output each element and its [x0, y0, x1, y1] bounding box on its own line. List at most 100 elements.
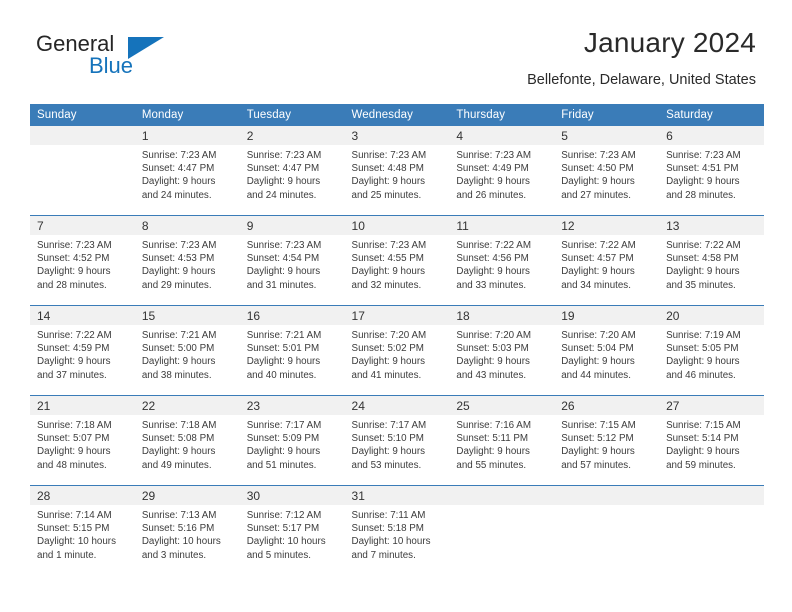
daylight-line: Daylight: 9 hours — [561, 356, 635, 368]
daylight-line: Daylight: 9 hours — [351, 266, 426, 278]
calendar-day-cell[interactable]: 8 Sunrise: 7:23 AM Sunset: 4:53 PM Daylight… — [134, 215, 240, 306]
day-details: Sunrise: 7:20 AM Sunset: 5:03 PM Daylight:… — [449, 325, 554, 382]
calendar-day-cell[interactable]: 17 Sunrise: 7:20 AM Sunset: 5:02 PM Dayligh… — [344, 305, 450, 396]
day-details: Sunrise: 7:21 AM Sunset: 5:00 PM Daylight:… — [135, 325, 240, 382]
calendar-day-cell[interactable]: 23 Sunrise: 7:17 AM Sunset: 5:09 PM Dayligh… — [239, 395, 345, 486]
day-details: Sunrise: 7:22 AM Sunset: 4:56 PM Daylight:… — [449, 235, 554, 292]
day-number: 6 — [666, 129, 673, 143]
day-number: 2 — [246, 129, 254, 143]
calendar-week-row: 21 Sunrise: 7:18 AM Sunset: 5:07 PM Dayligh… — [30, 395, 764, 486]
calendar-day-cell[interactable]: 15 Sunrise: 7:21 AM Sunset: 5:00 PM Dayligh… — [134, 305, 240, 396]
weekday-header-monday: Monday — [134, 104, 240, 126]
calendar-day-cell[interactable]: 4 Sunrise: 7:23 AM Sunset: 4:49 PM Daylight… — [449, 126, 555, 216]
calendar-day-cell[interactable]: 5 Sunrise: 7:23 AM Sunset: 4:50 PM Daylight… — [554, 126, 660, 216]
weekday-header-friday: Friday — [554, 104, 660, 126]
calendar-day-cell[interactable]: 16 Sunrise: 7:21 AM Sunset: 5:01 PM Dayligh… — [239, 305, 345, 396]
daylight-line: Daylight: 9 hours — [141, 356, 216, 368]
day-number-band: 7 — [30, 216, 135, 235]
sunrise-line: Sunrise: 7:16 AM — [456, 420, 531, 431]
calendar-cell-empty — [30, 126, 135, 216]
sunset-line: Sunset: 4:58 PM — [666, 253, 739, 265]
day-number: 21 — [37, 399, 51, 413]
calendar-day-cell[interactable]: 24 Sunrise: 7:17 AM Sunset: 5:10 PM Dayligh… — [344, 395, 450, 486]
calendar-week-row: 14 Sunrise: 7:22 AM Sunset: 4:59 PM Dayligh… — [30, 305, 764, 396]
day-number-band: 3 — [344, 126, 450, 145]
day-number: 26 — [561, 399, 575, 413]
daylight-line-cont: and 5 minutes. — [246, 549, 311, 561]
calendar-day-cell[interactable]: 9 Sunrise: 7:23 AM Sunset: 4:54 PM Daylight… — [239, 215, 345, 306]
day-number: 9 — [246, 219, 254, 233]
calendar-day-cell[interactable]: 6 Sunrise: 7:23 AM Sunset: 4:51 PM Daylight… — [659, 126, 764, 216]
sunset-line: Sunset: 4:55 PM — [351, 253, 424, 265]
day-number-band: 20 — [659, 306, 764, 325]
general-blue-logo[interactable]: General Blue — [36, 32, 256, 84]
day-cell-inner: 18 Sunrise: 7:20 AM Sunset: 5:03 PM Dayligh… — [449, 306, 555, 395]
calendar-day-cell[interactable]: 27 Sunrise: 7:15 AM Sunset: 5:14 PM Dayligh… — [659, 395, 764, 486]
day-number-band — [30, 126, 135, 145]
daylight-line-cont: and 38 minutes. — [141, 369, 212, 381]
day-cell-inner: 25 Sunrise: 7:16 AM Sunset: 5:11 PM Dayligh… — [449, 396, 555, 485]
day-number-band: 12 — [554, 216, 660, 235]
daylight-line: Daylight: 10 hours — [141, 536, 221, 548]
calendar-day-cell[interactable]: 3 Sunrise: 7:23 AM Sunset: 4:48 PM Daylight… — [344, 126, 450, 216]
day-number: 20 — [666, 309, 680, 323]
day-cell-inner: 19 Sunrise: 7:20 AM Sunset: 5:04 PM Dayligh… — [554, 306, 660, 395]
calendar-day-cell[interactable]: 1 Sunrise: 7:23 AM Sunset: 4:47 PM Daylight… — [134, 126, 240, 216]
day-cell-inner: 5 Sunrise: 7:23 AM Sunset: 4:50 PM Daylight… — [554, 126, 660, 215]
day-cell-inner: 14 Sunrise: 7:22 AM Sunset: 4:59 PM Dayligh… — [30, 306, 135, 395]
sunset-line: Sunset: 4:48 PM — [351, 163, 424, 175]
day-cell-inner: 11 Sunrise: 7:22 AM Sunset: 4:56 PM Dayligh… — [449, 216, 555, 305]
daylight-line: Daylight: 9 hours — [666, 266, 740, 278]
daylight-line-cont: and 57 minutes. — [561, 459, 631, 471]
daylight-line-cont: and 59 minutes. — [666, 459, 736, 471]
sunset-line: Sunset: 4:47 PM — [246, 163, 320, 175]
day-details: Sunrise: 7:12 AM Sunset: 5:17 PM Daylight:… — [240, 505, 345, 562]
day-details: Sunrise: 7:23 AM Sunset: 4:50 PM Daylight:… — [554, 145, 659, 202]
day-cell-inner — [554, 486, 660, 575]
calendar-day-cell[interactable]: 7 Sunrise: 7:23 AM Sunset: 4:52 PM Daylight… — [30, 215, 135, 306]
calendar-day-cell[interactable]: 14 Sunrise: 7:22 AM Sunset: 4:59 PM Dayligh… — [30, 305, 135, 396]
day-cell-inner — [30, 126, 135, 215]
day-cell-inner: 1 Sunrise: 7:23 AM Sunset: 4:47 PM Daylight… — [134, 126, 240, 215]
sunrise-line: Sunrise: 7:23 AM — [456, 150, 531, 161]
calendar-day-cell[interactable]: 28 Sunrise: 7:14 AM Sunset: 5:15 PM Dayligh… — [30, 485, 135, 575]
calendar-day-cell[interactable]: 29 Sunrise: 7:13 AM Sunset: 5:16 PM Dayligh… — [134, 485, 240, 575]
daylight-line: Daylight: 9 hours — [351, 356, 426, 368]
calendar-day-cell[interactable]: 2 Sunrise: 7:23 AM Sunset: 4:47 PM Daylight… — [239, 126, 345, 216]
calendar-day-cell[interactable]: 25 Sunrise: 7:16 AM Sunset: 5:11 PM Dayligh… — [449, 395, 555, 486]
day-cell-inner: 3 Sunrise: 7:23 AM Sunset: 4:48 PM Daylight… — [344, 126, 450, 215]
calendar-day-cell[interactable]: 30 Sunrise: 7:12 AM Sunset: 5:17 PM Dayligh… — [239, 485, 345, 575]
calendar-day-cell[interactable]: 11 Sunrise: 7:22 AM Sunset: 4:56 PM Dayligh… — [449, 215, 555, 306]
sunset-line: Sunset: 5:05 PM — [666, 343, 739, 355]
calendar-day-cell[interactable]: 10 Sunrise: 7:23 AM Sunset: 4:55 PM Dayligh… — [344, 215, 450, 306]
daylight-line-cont: and 53 minutes. — [351, 459, 422, 471]
daylight-line-cont: and 24 minutes. — [141, 189, 212, 201]
daylight-line-cont: and 24 minutes. — [246, 189, 317, 201]
day-number: 30 — [246, 489, 261, 503]
calendar-day-cell[interactable]: 21 Sunrise: 7:18 AM Sunset: 5:07 PM Dayligh… — [30, 395, 135, 486]
weekday-header-tuesday: Tuesday — [239, 104, 345, 126]
day-number-band: 21 — [30, 396, 135, 415]
daylight-line: Daylight: 10 hours — [37, 536, 116, 548]
calendar-day-cell[interactable]: 13 Sunrise: 7:22 AM Sunset: 4:58 PM Dayligh… — [659, 215, 764, 306]
day-number-band: 8 — [134, 216, 240, 235]
sunset-line: Sunset: 4:52 PM — [37, 253, 110, 265]
sunrise-line: Sunrise: 7:22 AM — [456, 240, 531, 251]
calendar-day-cell[interactable]: 26 Sunrise: 7:15 AM Sunset: 5:12 PM Dayligh… — [554, 395, 660, 486]
calendar-day-cell[interactable]: 19 Sunrise: 7:20 AM Sunset: 5:04 PM Dayligh… — [554, 305, 660, 396]
daylight-line-cont: and 40 minutes. — [246, 369, 317, 381]
calendar-day-cell[interactable]: 22 Sunrise: 7:18 AM Sunset: 5:08 PM Dayligh… — [134, 395, 240, 486]
sunset-line: Sunset: 5:04 PM — [561, 343, 634, 355]
sunrise-line: Sunrise: 7:23 AM — [37, 240, 112, 251]
daylight-line: Daylight: 9 hours — [666, 176, 740, 188]
daylight-line-cont: and 55 minutes. — [456, 459, 527, 471]
day-cell-inner: 26 Sunrise: 7:15 AM Sunset: 5:12 PM Dayligh… — [554, 396, 660, 485]
calendar-day-cell[interactable]: 12 Sunrise: 7:22 AM Sunset: 4:57 PM Dayligh… — [554, 215, 660, 306]
day-number-band: 4 — [449, 126, 555, 145]
page-title: January 2024 — [583, 27, 756, 58]
calendar-day-cell[interactable]: 20 Sunrise: 7:19 AM Sunset: 5:05 PM Dayligh… — [659, 305, 764, 396]
sunrise-line: Sunrise: 7:22 AM — [37, 330, 112, 341]
calendar-day-cell[interactable]: 31 Sunrise: 7:11 AM Sunset: 5:18 PM Dayligh… — [344, 485, 450, 575]
calendar-day-cell[interactable]: 18 Sunrise: 7:20 AM Sunset: 5:03 PM Dayligh… — [449, 305, 555, 396]
sunset-line: Sunset: 5:18 PM — [351, 523, 424, 535]
